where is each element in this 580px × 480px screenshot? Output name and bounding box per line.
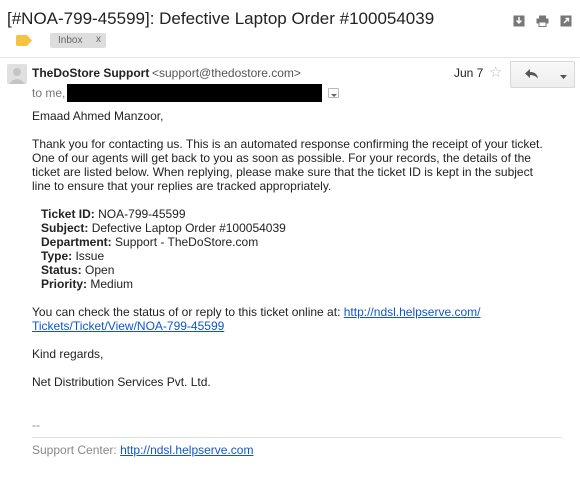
sender-email: <support@thedostore.com>	[152, 66, 301, 80]
download-icon[interactable]	[512, 14, 526, 28]
avatar	[7, 64, 27, 84]
company-name: Net Distribution Services Pvt. Ltd.	[32, 375, 211, 389]
status-text: You can check the status of or reply to …	[32, 305, 341, 319]
more-actions-button[interactable]	[553, 61, 575, 88]
status-link-line: Tickets/Ticket/View/NOA-799-45599	[32, 319, 224, 333]
email-subject: [#NOA-799-45599]: Defective Laptop Order…	[7, 9, 435, 28]
body-paragraph-line: line to ensure that your replies are tra…	[32, 179, 332, 193]
field-value: Open	[85, 263, 115, 277]
field-value: NOA-799-45599	[98, 207, 186, 221]
ticket-subject-row: Subject: Defective Laptop Order #1000540…	[41, 221, 286, 235]
signature-divider	[32, 437, 562, 438]
body-paragraph-line: One of our agents will get back to you a…	[32, 151, 531, 165]
field-value: Support - TheDoStore.com	[115, 235, 259, 249]
support-center-label: Support Center:	[32, 443, 117, 457]
support-center-link[interactable]: http://ndsl.helpserve.com	[120, 443, 253, 457]
reply-button[interactable]	[510, 61, 554, 88]
field-label: Subject:	[41, 221, 89, 235]
ticket-link-part1[interactable]: http://ndsl.helpserve.com/	[344, 305, 481, 319]
remove-label-button[interactable]: x	[96, 34, 101, 45]
ticket-type-row: Type: Issue	[41, 249, 104, 263]
field-label: Type:	[41, 249, 73, 263]
redacted-recipient	[67, 84, 322, 102]
ticket-priority-row: Priority: Medium	[41, 277, 133, 291]
inbox-label-text: Inbox	[58, 35, 83, 46]
ticket-link-part2[interactable]: Tickets/Ticket/View/NOA-799-45599	[32, 319, 224, 333]
inbox-label: Inbox x	[50, 33, 106, 48]
body-paragraph-line: ticket are listed below. When replying, …	[32, 165, 533, 179]
header-divider	[0, 57, 580, 58]
field-label: Department:	[41, 235, 112, 249]
support-center-row: Support Center: http://ndsl.helpserve.co…	[32, 443, 253, 457]
chevron-down-icon	[330, 86, 337, 100]
show-details-button[interactable]	[328, 88, 339, 98]
star-icon[interactable]: ☆	[489, 63, 502, 81]
field-label: Priority:	[41, 277, 88, 291]
label-tag-icon	[16, 35, 32, 46]
signature-dashes: --	[32, 418, 40, 432]
field-label: Status:	[41, 263, 82, 277]
email-date: Jun 7	[454, 66, 484, 80]
new-window-icon[interactable]	[559, 14, 573, 28]
ticket-department-row: Department: Support - TheDoStore.com	[41, 235, 258, 249]
greeting: Emaad Ahmed Manzoor,	[32, 109, 164, 123]
field-value: Medium	[90, 277, 134, 291]
print-icon[interactable]	[535, 14, 549, 28]
closing: Kind regards,	[32, 347, 104, 361]
status-line: You can check the status of or reply to …	[32, 305, 480, 319]
field-label: Ticket ID:	[41, 207, 95, 221]
ticket-status-row: Status: Open	[41, 263, 114, 277]
sender-name[interactable]: TheDoStore Support	[32, 66, 149, 80]
reply-icon	[525, 68, 539, 82]
body-paragraph-line: Thank you for contacting us. This is an …	[32, 137, 543, 151]
field-value: Issue	[75, 249, 105, 263]
recipient-label: to me,	[32, 86, 66, 100]
ticket-id-row: Ticket ID: NOA-799-45599	[41, 207, 186, 221]
field-value: Defective Laptop Order #100054039	[91, 221, 286, 235]
chevron-down-icon	[560, 68, 567, 82]
